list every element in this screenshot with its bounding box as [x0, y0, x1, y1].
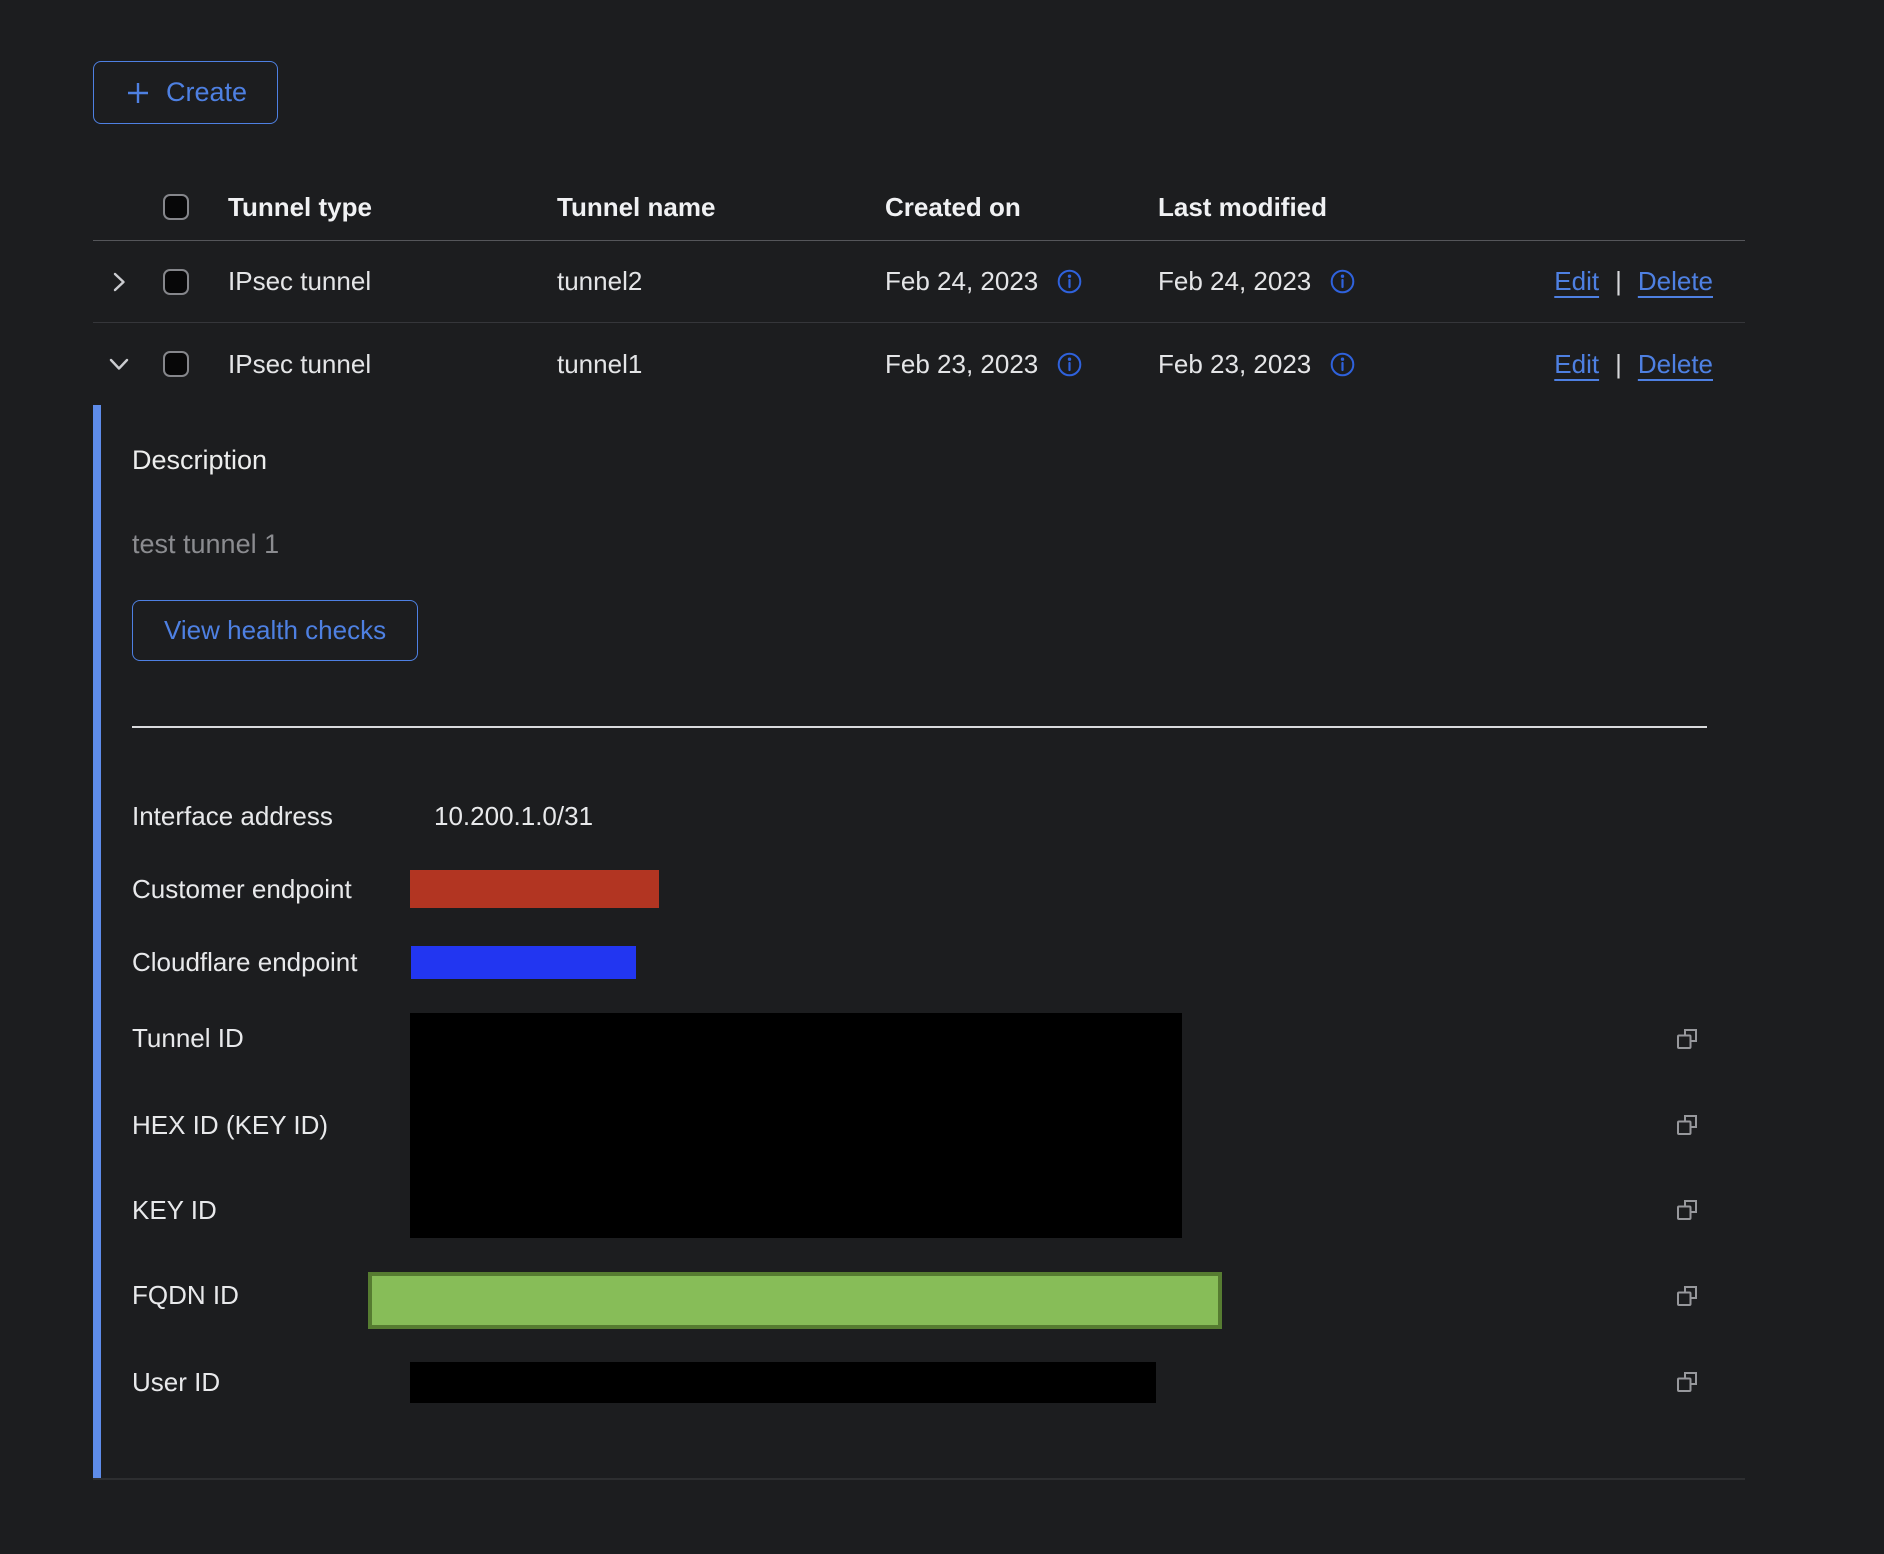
header-checkbox-cell — [149, 194, 228, 220]
interface-address-label: Interface address — [132, 801, 333, 832]
tunnels-table: Tunnel type Tunnel name Created on Last … — [93, 174, 1745, 1480]
edit-link[interactable]: Edit — [1554, 349, 1599, 380]
info-icon[interactable] — [1056, 351, 1083, 378]
expanded-tunnel-panel: Description test tunnel 1 View health ch… — [93, 405, 1745, 1478]
row-checkbox[interactable] — [163, 269, 189, 295]
user-id-label: User ID — [132, 1367, 220, 1398]
cell-created-on: Feb 24, 2023 — [885, 266, 1038, 297]
fqdn-id-label: FQDN ID — [132, 1280, 239, 1311]
delete-link[interactable]: Delete — [1638, 349, 1713, 380]
create-button[interactable]: Create — [93, 61, 278, 124]
info-icon[interactable] — [1056, 268, 1083, 295]
interface-address-value: 10.200.1.0/31 — [434, 801, 593, 832]
header-last-modified: Last modified — [1158, 192, 1540, 223]
copy-tunnel-id-button[interactable] — [1672, 1023, 1702, 1053]
table-row-tunnel2: IPsec tunnel tunnel2 Feb 24, 2023 Feb 24… — [93, 241, 1745, 323]
copy-key-id-button[interactable] — [1672, 1194, 1702, 1224]
cell-tunnel-name: tunnel2 — [557, 266, 885, 297]
copy-hex-id-button[interactable] — [1672, 1109, 1702, 1139]
view-health-checks-button[interactable]: View health checks — [132, 600, 418, 661]
table-row-tunnel1: IPsec tunnel tunnel1 Feb 23, 2023 Feb 23… — [93, 323, 1745, 405]
copy-fqdn-id-button[interactable] — [1672, 1280, 1702, 1310]
header-tunnel-type: Tunnel type — [228, 192, 557, 223]
edit-link[interactable]: Edit — [1554, 266, 1599, 297]
table-bottom-divider — [93, 1478, 1745, 1480]
actions-separator: | — [1615, 266, 1622, 297]
description-value: test tunnel 1 — [132, 529, 279, 560]
hex-id-label: HEX ID (KEY ID) — [132, 1110, 328, 1141]
customer-endpoint-label: Customer endpoint — [132, 874, 352, 905]
customer-endpoint-redacted-value — [410, 870, 659, 908]
delete-link[interactable]: Delete — [1638, 266, 1713, 297]
create-button-label: Create — [166, 77, 247, 108]
cell-tunnel-type: IPsec tunnel — [228, 349, 557, 380]
cell-last-modified: Feb 23, 2023 — [1158, 349, 1311, 380]
chevron-right-icon[interactable] — [106, 269, 132, 295]
cell-tunnel-name: tunnel1 — [557, 349, 885, 380]
cloudflare-endpoint-label: Cloudflare endpoint — [132, 947, 358, 978]
cloudflare-endpoint-redacted-value — [411, 946, 636, 979]
tunnel-id-label: Tunnel ID — [132, 1023, 244, 1054]
cell-last-modified: Feb 24, 2023 — [1158, 266, 1311, 297]
table-header-row: Tunnel type Tunnel name Created on Last … — [93, 174, 1745, 241]
user-id-redacted-value — [410, 1362, 1156, 1403]
header-created-on: Created on — [885, 192, 1158, 223]
row-checkbox[interactable] — [163, 351, 189, 377]
cell-tunnel-type: IPsec tunnel — [228, 266, 557, 297]
select-all-checkbox[interactable] — [163, 194, 189, 220]
chevron-down-icon[interactable] — [106, 351, 132, 377]
panel-divider — [132, 726, 1707, 728]
cell-created-on: Feb 23, 2023 — [885, 349, 1038, 380]
actions-separator: | — [1615, 349, 1622, 380]
info-icon[interactable] — [1329, 351, 1356, 378]
tunnels-page: Create Tunnel type Tunnel name Created o… — [93, 61, 1745, 1480]
key-id-label: KEY ID — [132, 1195, 217, 1226]
header-tunnel-name: Tunnel name — [557, 192, 885, 223]
copy-user-id-button[interactable] — [1672, 1366, 1702, 1396]
plus-icon — [124, 79, 152, 107]
info-icon[interactable] — [1329, 268, 1356, 295]
ids-redacted-values — [410, 1013, 1182, 1238]
description-label: Description — [132, 445, 267, 476]
fqdn-id-redacted-value — [368, 1272, 1222, 1329]
